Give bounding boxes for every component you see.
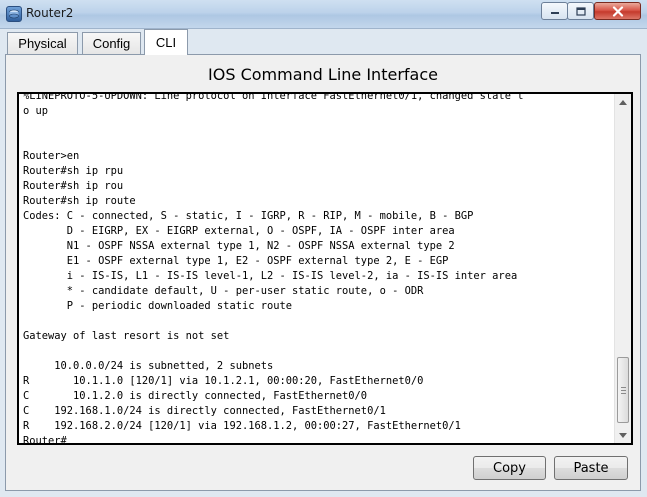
terminal-line: C 10.1.2.0 is directly connected, FastEt… <box>23 390 368 402</box>
terminal-line: Codes: C - connected, S - static, I - IG… <box>23 210 474 222</box>
tab-config[interactable]: Config <box>82 32 141 54</box>
scroll-up-icon <box>619 99 627 105</box>
terminal-line: R 10.1.1.0 [120/1] via 10.1.2.1, 00:00:2… <box>23 375 424 387</box>
terminal-line: C 192.168.1.0/24 is directly connected, … <box>23 405 386 417</box>
panel-heading: IOS Command Line Interface <box>208 65 438 84</box>
window-title: Router2 <box>26 6 74 20</box>
scroll-up-button[interactable] <box>615 94 631 110</box>
grip-line <box>621 390 626 391</box>
grip-line <box>621 387 626 388</box>
terminal-line: Router#sh ip rou <box>23 180 124 192</box>
terminal-line: i - IS-IS, L1 - IS-IS level-1, L2 - IS-I… <box>23 270 518 282</box>
terminal-line: o up <box>23 105 49 117</box>
paste-button[interactable]: Paste <box>554 456 628 480</box>
terminal-line: %LINEPROTO-5-UPDOWN: Line protocol on In… <box>23 92 524 102</box>
cli-terminal[interactable]: %LINEPROTO-5-UPDOWN: Line protocol on In… <box>17 92 633 445</box>
title-bar[interactable]: Router2 <box>0 0 647 29</box>
terminal-line: N1 - OSPF NSSA external type 1, N2 - OSP… <box>23 240 455 252</box>
tab-physical[interactable]: Physical <box>7 32 78 54</box>
terminal-line: D - EIGRP, EX - EIGRP external, O - OSPF… <box>23 225 455 237</box>
tab-strip: Physical Config CLI <box>0 28 647 55</box>
tab-cli[interactable]: CLI <box>144 29 188 55</box>
terminal-line: 10.0.0.0/24 is subnetted, 2 subnets <box>23 360 274 372</box>
scroll-down-button[interactable] <box>615 427 631 443</box>
terminal-line: R 192.168.2.0/24 [120/1] via 192.168.1.2… <box>23 420 461 432</box>
terminal-line: Router#sh ip rpu <box>23 165 124 177</box>
terminal-line: Router#sh ip route <box>23 195 136 207</box>
close-button[interactable] <box>594 2 641 20</box>
grip-line <box>621 393 626 394</box>
terminal-line: Router# <box>23 435 67 445</box>
router-app-icon <box>6 6 22 22</box>
minimize-button[interactable] <box>541 2 568 20</box>
copy-button[interactable]: Copy <box>473 456 546 480</box>
terminal-line: Router>en <box>23 150 80 162</box>
close-icon <box>612 5 623 17</box>
maximize-icon <box>575 6 586 16</box>
maximize-button[interactable] <box>567 2 594 20</box>
scroll-thumb[interactable] <box>617 357 629 423</box>
terminal-line: P - periodic downloaded static route <box>23 300 292 312</box>
terminal-line: E1 - OSPF external type 1, E2 - OSPF ext… <box>23 255 449 267</box>
scroll-down-icon <box>619 432 627 438</box>
minimize-icon <box>550 12 559 14</box>
terminal-output[interactable]: %LINEPROTO-5-UPDOWN: Line protocol on In… <box>23 92 607 445</box>
terminal-line: * - candidate default, U - per-user stat… <box>23 285 424 297</box>
cli-panel: IOS Command Line Interface %LINEPROTO-5-… <box>5 54 641 491</box>
vertical-scrollbar[interactable] <box>614 94 631 443</box>
terminal-line: Gateway of last resort is not set <box>23 330 230 342</box>
